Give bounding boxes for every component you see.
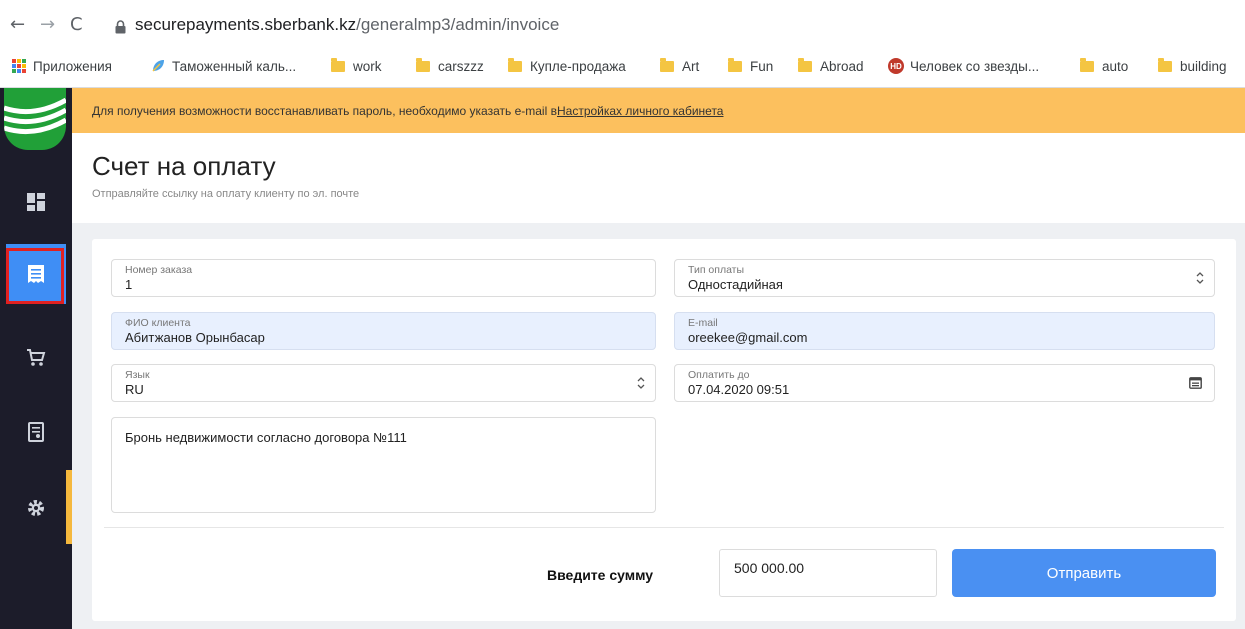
- client-name-field[interactable]: ФИО клиента Абитжанов Орынбасар: [111, 312, 656, 350]
- browser-toolbar: ← → C securepayments.sberbank.kz/general…: [0, 6, 1245, 44]
- bookmark-label: carszzz: [438, 58, 484, 74]
- folder-icon: [728, 57, 742, 72]
- bookmark-building[interactable]: building: [1158, 56, 1227, 76]
- order-number-field[interactable]: Номер заказа 1: [111, 259, 656, 297]
- language-select[interactable]: Язык RU: [111, 364, 656, 402]
- sidebar-item-settings[interactable]: [6, 478, 66, 538]
- submit-button[interactable]: Отправить: [952, 549, 1216, 597]
- selection-highlight-box: [6, 248, 64, 304]
- sidebar-item-cart[interactable]: [6, 328, 66, 388]
- field-label: Номер заказа: [125, 264, 193, 276]
- dashboard-icon: [27, 193, 45, 211]
- back-arrow-icon[interactable]: ←: [10, 14, 25, 35]
- folder-icon: [1158, 57, 1172, 72]
- folder-icon: [508, 57, 522, 72]
- sidebar-item-receipt[interactable]: [6, 402, 66, 462]
- bookmark-art[interactable]: Art: [660, 56, 699, 76]
- page-subtitle: Отправляйте ссылку на оплату клиенту по …: [92, 188, 360, 200]
- page-title: Счет на оплату: [92, 151, 276, 181]
- amount-input[interactable]: 500 000.00: [719, 549, 937, 597]
- banner-text: Для получения возможности восстанавливат…: [92, 103, 557, 118]
- bookmark-label: Abroad: [820, 58, 864, 74]
- bookmark-carszzz[interactable]: carszzz: [416, 56, 484, 76]
- url-path: /generalmp3/admin/invoice: [356, 15, 560, 34]
- field-value: RU: [125, 382, 144, 397]
- bookmark-label: Человек со звезды...: [910, 58, 1040, 74]
- bookmark-customs[interactable]: Таможенный каль...: [150, 56, 296, 76]
- field-label: Оплатить до: [688, 369, 750, 381]
- bookmark-label: Приложения: [33, 58, 112, 74]
- payment-type-select[interactable]: Тип оплаты Одностадийная: [674, 259, 1215, 297]
- bookmark-label: Art: [682, 58, 700, 74]
- forward-arrow-icon[interactable]: →: [40, 14, 55, 35]
- description-textarea[interactable]: Бронь недвижимости согласно договора №11…: [111, 417, 656, 513]
- lock-icon: [115, 20, 126, 34]
- field-value: 07.04.2020 09:51: [688, 382, 790, 397]
- apps-grid-icon: [12, 59, 26, 73]
- email-field[interactable]: E-mail oreekee@gmail.com: [674, 312, 1215, 350]
- bookmark-label: Купле-продажа: [530, 58, 626, 74]
- bookmark-auto[interactable]: auto: [1080, 56, 1128, 76]
- bookmark-label: auto: [1102, 58, 1129, 74]
- field-label: Язык: [125, 369, 150, 381]
- notice-banner: Для получения возможности восстанавливат…: [72, 88, 1245, 133]
- cart-icon: [27, 349, 46, 366]
- gear-icon: [28, 500, 44, 516]
- field-value: Абитжанов Орынбасар: [125, 330, 265, 345]
- leaf-icon: [152, 60, 164, 72]
- bookmark-apps[interactable]: Приложения: [12, 56, 112, 76]
- reload-icon[interactable]: C: [70, 14, 83, 35]
- logo-stripes-icon: [4, 97, 66, 135]
- bookmark-kuple-prodazha[interactable]: Купле-продажа: [508, 56, 626, 76]
- field-label: ФИО клиента: [125, 317, 191, 329]
- sidebar-item-dashboard[interactable]: [6, 172, 66, 232]
- folder-icon: [416, 57, 430, 72]
- receipt-icon: [28, 422, 44, 442]
- field-label: Тип оплаты: [688, 264, 745, 276]
- bookmark-label: work: [353, 58, 382, 74]
- form-divider: [104, 527, 1224, 528]
- invoice-form-card: Номер заказа 1 Тип оплаты Одностадийная …: [92, 239, 1236, 621]
- bookmark-label: Таможенный каль...: [172, 58, 297, 74]
- page-header: Счет на оплату Отправляйте ссылку на опл…: [72, 133, 1245, 223]
- hd-icon: HD: [888, 58, 904, 74]
- bookmark-abroad[interactable]: Abroad: [798, 56, 864, 76]
- sidebar: [0, 88, 72, 629]
- calendar-icon[interactable]: [1189, 376, 1202, 389]
- field-value: Одностадийная: [688, 277, 783, 292]
- bookmark-chelovek[interactable]: HD Человек со звезды...: [888, 56, 1039, 76]
- url-host: securepayments.sberbank.kz: [135, 15, 357, 34]
- pay-until-field[interactable]: Оплатить до 07.04.2020 09:51: [674, 364, 1215, 402]
- bookmarks-bar: Приложения Таможенный каль... work carsz…: [0, 44, 1245, 88]
- address-bar[interactable]: securepayments.sberbank.kz/generalmp3/ad…: [135, 15, 559, 35]
- field-label: E-mail: [688, 317, 718, 329]
- bookmark-label: building: [1180, 58, 1227, 74]
- sberbank-logo[interactable]: [4, 88, 66, 150]
- field-value: 1: [125, 277, 133, 292]
- bookmark-label: Fun: [750, 58, 774, 74]
- bookmark-fun[interactable]: Fun: [728, 56, 773, 76]
- banner-settings-link[interactable]: Настройках личного кабинета: [557, 104, 724, 118]
- amount-label: Введите сумму: [547, 567, 654, 583]
- folder-icon: [1080, 57, 1094, 72]
- select-arrows-icon: [637, 377, 645, 389]
- folder-icon: [660, 57, 674, 72]
- field-value: oreekee@gmail.com: [688, 330, 808, 345]
- folder-icon: [331, 57, 345, 72]
- main-content: Счет на оплату Отправляйте ссылку на опл…: [72, 133, 1245, 629]
- folder-icon: [798, 57, 812, 72]
- select-arrows-icon: [1196, 272, 1204, 284]
- bookmark-work[interactable]: work: [331, 56, 382, 76]
